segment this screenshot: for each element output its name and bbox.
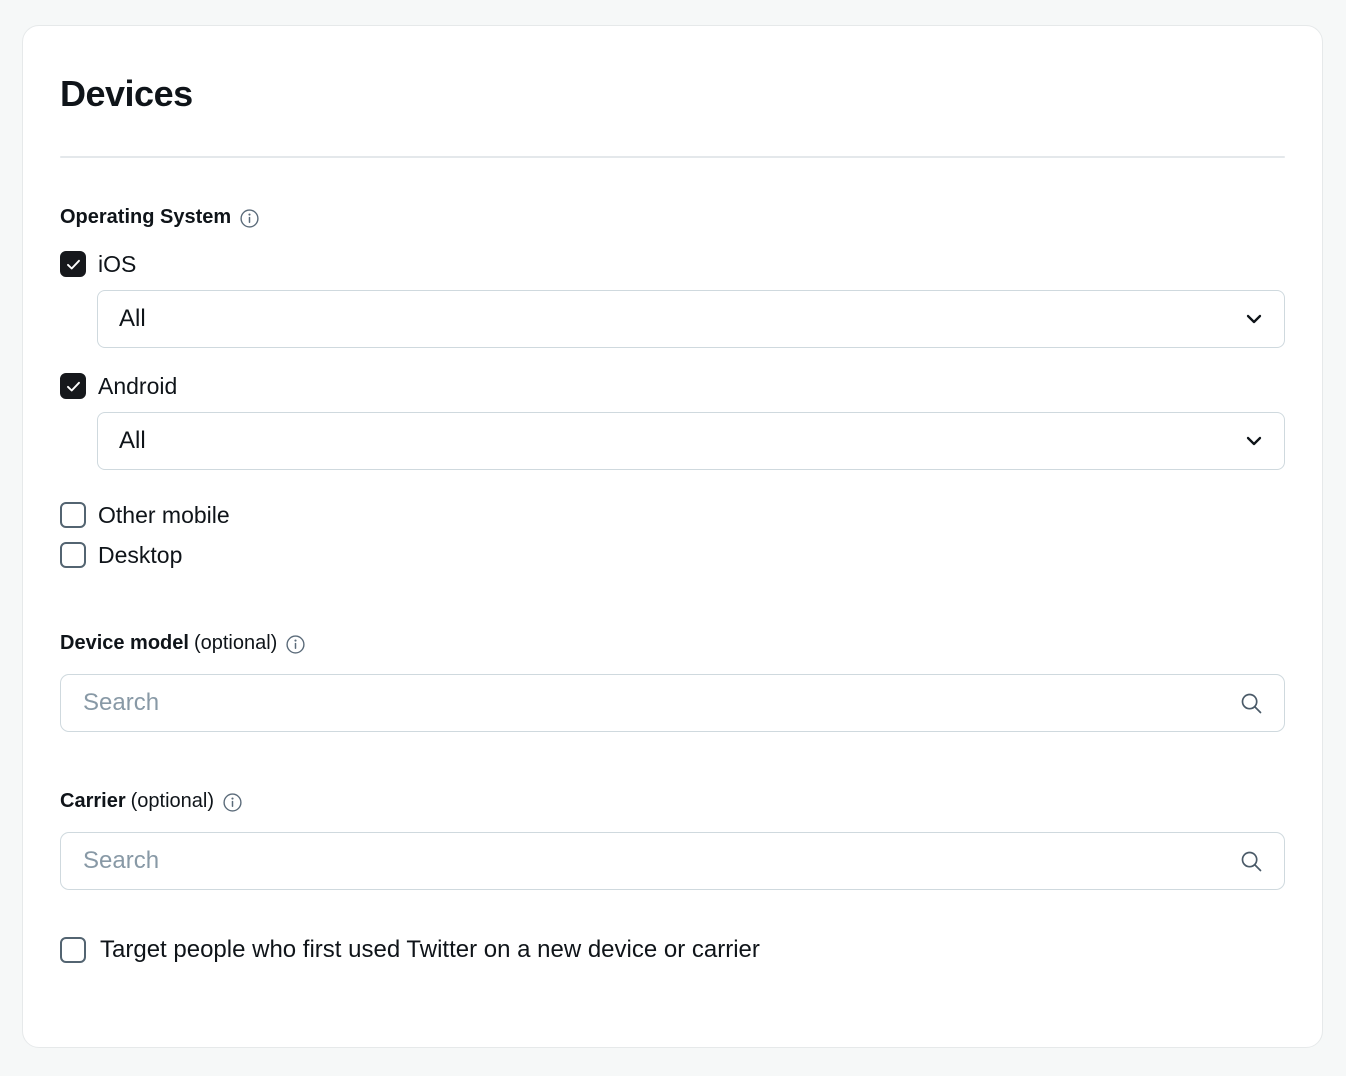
checkbox-other-mobile[interactable] (60, 502, 86, 528)
checkbox-row-desktop[interactable]: Desktop (60, 540, 1285, 570)
carrier-search-input[interactable] (83, 847, 1238, 875)
checkbox-row-ios[interactable]: iOS (60, 249, 1285, 279)
android-version-select[interactable]: All (97, 412, 1285, 470)
ios-version-value: All (119, 305, 146, 332)
checkbox-android[interactable] (60, 373, 86, 399)
info-icon[interactable] (286, 634, 305, 654)
carrier-label: Carrier (60, 790, 126, 812)
device-model-search-input[interactable] (83, 689, 1238, 717)
devices-panel: Devices Operating System iOS All Android… (22, 25, 1323, 1048)
checkbox-label-android: Android (98, 373, 178, 399)
checkbox-ios[interactable] (60, 251, 86, 277)
search-icon[interactable] (1238, 690, 1264, 716)
checkbox-label-ios: iOS (98, 251, 137, 277)
device-model-heading: Device model (optional) (60, 630, 1285, 656)
info-icon[interactable] (240, 208, 259, 228)
device-model-label-group: Device model (optional) (60, 630, 277, 656)
checkbox-label-desktop: Desktop (98, 542, 183, 568)
checkbox-row-android[interactable]: Android (60, 371, 1285, 401)
ios-version-wrapper: All (60, 290, 1285, 348)
android-version-value: All (119, 427, 146, 454)
ios-version-select[interactable]: All (97, 290, 1285, 348)
carrier-heading: Carrier (optional) (60, 788, 1285, 814)
checkbox-desktop[interactable] (60, 542, 86, 568)
operating-system-heading: Operating System (60, 204, 1285, 230)
search-icon[interactable] (1238, 848, 1264, 874)
device-model-label: Device model (60, 632, 189, 654)
operating-system-label: Operating System (60, 206, 232, 228)
checkbox-label-new-device-target: Target people who first used Twitter on … (100, 936, 760, 963)
device-model-optional: (optional) (193, 632, 278, 654)
checkbox-label-other-mobile: Other mobile (98, 502, 230, 528)
info-icon[interactable] (223, 792, 242, 812)
chevron-down-icon[interactable] (1242, 429, 1266, 453)
checkbox-row-new-device-target[interactable]: Target people who first used Twitter on … (60, 935, 1285, 965)
checkbox-row-other-mobile[interactable]: Other mobile (60, 500, 1285, 530)
device-model-search-field[interactable] (60, 674, 1285, 732)
page-title: Devices (60, 73, 193, 114)
android-version-wrapper: All (60, 412, 1285, 470)
chevron-down-icon[interactable] (1242, 307, 1266, 331)
carrier-search-field[interactable] (60, 832, 1285, 890)
carrier-label-group: Carrier (optional) (60, 788, 214, 814)
title-divider (60, 156, 1285, 158)
carrier-optional: (optional) (130, 790, 214, 812)
checkbox-new-device-target[interactable] (60, 937, 86, 963)
